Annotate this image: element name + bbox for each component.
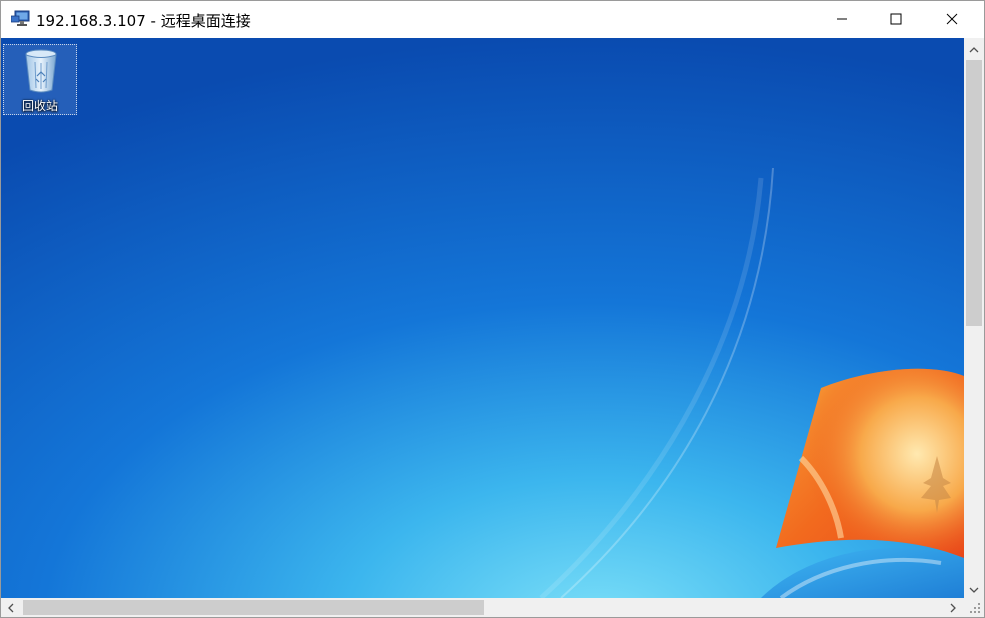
close-button[interactable] (929, 1, 975, 38)
recycle-bin-icon (22, 48, 60, 94)
scroll-right-button[interactable] (943, 598, 963, 617)
remote-desktop-icon (10, 10, 31, 28)
title-bar[interactable]: 192.168.3.107 - 远程桌面连接 (1, 1, 984, 38)
chevron-left-icon (7, 598, 15, 617)
minimize-button[interactable] (819, 1, 865, 38)
maximize-button[interactable] (873, 1, 919, 38)
remote-desktop-window: 192.168.3.107 - 远程桌面连接 回收站 (0, 0, 985, 618)
scroll-up-button[interactable] (964, 38, 984, 58)
window-title: 192.168.3.107 - 远程桌面连接 (36, 12, 251, 30)
chevron-up-icon (969, 39, 979, 58)
horizontal-scroll-thumb[interactable] (23, 600, 484, 615)
chevron-right-icon (949, 598, 957, 617)
vertical-scroll-thumb[interactable] (966, 60, 982, 326)
scroll-left-button[interactable] (1, 598, 21, 617)
remote-desktop-view[interactable]: 回收站 (1, 38, 964, 598)
resize-grip-icon (964, 602, 984, 617)
minimize-icon (836, 10, 848, 29)
vertical-scrollbar[interactable] (964, 38, 984, 598)
horizontal-scrollbar[interactable] (1, 598, 964, 617)
desktop-icon-label: 回收站 (21, 99, 58, 113)
chevron-down-icon (969, 579, 979, 598)
resize-grip[interactable] (964, 598, 984, 617)
scroll-down-button[interactable] (964, 578, 984, 598)
desktop-icon-recycle-bin[interactable]: 回收站 (3, 44, 77, 115)
desktop-wallpaper (1, 38, 964, 598)
close-icon (946, 10, 958, 29)
maximize-icon (890, 10, 902, 29)
